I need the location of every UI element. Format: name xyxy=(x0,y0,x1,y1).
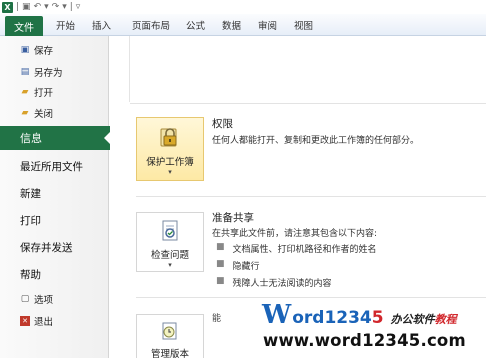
save-as-icon: ▤ xyxy=(20,67,30,77)
inspect-document-icon xyxy=(162,220,178,241)
chevron-down-icon: ▾ xyxy=(168,168,172,176)
save-icon: ▣ xyxy=(20,45,30,55)
watermark-digits: 1234 xyxy=(324,308,372,328)
close-folder-icon: ▰ xyxy=(21,108,29,118)
divider xyxy=(130,103,486,104)
watermark-slogan: 办公软件教程 xyxy=(391,311,457,327)
bullet-icon: ■ xyxy=(216,276,225,286)
nav-new[interactable]: 新建 xyxy=(20,186,41,201)
customize-toolbar-icon[interactable]: ▿ xyxy=(76,2,81,13)
prepare-sharing-title: 准备共享 xyxy=(212,212,254,224)
protect-workbook-label: 保护工作簿 xyxy=(146,157,194,168)
redo-icon[interactable]: ↷ xyxy=(52,2,60,13)
divider xyxy=(129,36,130,102)
undo-dropdown-icon[interactable]: ▾ xyxy=(44,2,49,13)
tab-file[interactable]: 文件 xyxy=(5,16,43,36)
watermark-slogan-b: 教程 xyxy=(434,313,457,326)
watermark-slogan-a: 办公软件 xyxy=(390,313,435,326)
tab-review[interactable]: 审阅 xyxy=(258,18,277,32)
protect-workbook-button[interactable]: 保护工作簿 ▾ xyxy=(136,117,204,181)
nav-options[interactable]: ▢ 选项 xyxy=(20,292,53,306)
prepare-sharing-desc: 在共享此文件前，请注意其包含以下内容: xyxy=(212,229,378,239)
nav-print[interactable]: 打印 xyxy=(20,213,41,228)
divider xyxy=(136,297,486,298)
nav-save[interactable]: ▣ 保存 xyxy=(20,43,53,57)
nav-open-label: 打开 xyxy=(34,88,54,99)
watermark-w: W xyxy=(262,300,292,330)
nav-exit-label: 退出 xyxy=(34,317,54,328)
bullet-icon: ■ xyxy=(216,242,225,252)
nav-save-send[interactable]: 保存并发送 xyxy=(20,240,73,255)
tab-data[interactable]: 数据 xyxy=(222,18,241,32)
watermark-logo: W ord12345 办公软件教程 xyxy=(262,300,457,330)
nav-close[interactable]: ▰ 关闭 xyxy=(20,106,53,120)
list-item: ■ 隐藏行 xyxy=(216,259,260,272)
tab-page-layout[interactable]: 页面布局 xyxy=(132,18,170,32)
tab-view[interactable]: 视图 xyxy=(294,18,313,32)
lock-icon xyxy=(160,128,177,147)
nav-recent[interactable]: 最近所用文件 xyxy=(20,159,83,174)
tab-home[interactable]: 开始 xyxy=(56,18,75,32)
chevron-down-icon: ▾ xyxy=(168,261,172,269)
nav-save-as[interactable]: ▤ 另存为 xyxy=(20,65,63,79)
manage-versions-icon xyxy=(162,322,177,340)
list-item-text: 隐藏行 xyxy=(232,262,260,272)
nav-save-label: 保存 xyxy=(34,46,54,57)
manage-versions-label: 管理版本 xyxy=(150,349,189,358)
permissions-desc: 任何人都能打开、复制和更改此工作簿的任何部分。 xyxy=(212,136,420,146)
manage-versions-button[interactable]: 管理版本 xyxy=(136,314,204,358)
nav-options-label: 选项 xyxy=(34,295,54,306)
list-item: ■ 残障人士无法阅读的内容 xyxy=(216,276,332,289)
watermark-digit-red: 5 xyxy=(371,308,384,328)
list-item: ■ 文档属性、打印机路径和作者的姓名 xyxy=(216,242,377,255)
undo-icon[interactable]: ↶ xyxy=(34,2,42,13)
list-item-text: 残障人士无法阅读的内容 xyxy=(232,279,332,289)
watermark-number: ord12345 xyxy=(292,308,383,328)
backstage-nav: ▣ 保存 ▤ 另存为 ▰ 打开 ▰ 关闭 信息 最近所用文件 新建 打印 保存并… xyxy=(0,36,113,358)
nav-open[interactable]: ▰ 打开 xyxy=(20,85,53,99)
separator: | xyxy=(16,1,20,12)
check-for-issues-button[interactable]: 检查问题 ▾ xyxy=(136,212,204,272)
tab-formulas[interactable]: 公式 xyxy=(186,18,205,32)
versions-title: 能 xyxy=(212,314,222,324)
permissions-title: 权限 xyxy=(212,118,233,130)
nav-exit[interactable]: ✕ 退出 xyxy=(20,314,53,328)
nav-help[interactable]: 帮助 xyxy=(20,267,41,282)
divider xyxy=(136,196,486,197)
exit-icon: ✕ xyxy=(20,316,30,326)
list-item-text: 文档属性、打印机路径和作者的姓名 xyxy=(232,245,377,255)
options-icon: ▢ xyxy=(20,294,30,304)
nav-info[interactable]: 信息 xyxy=(0,126,113,150)
watermark-ord: ord xyxy=(292,308,325,328)
watermark-url: www.word12345.com xyxy=(263,331,466,350)
check-for-issues-label: 检查问题 xyxy=(150,250,189,261)
separator: | xyxy=(69,1,73,12)
tab-insert[interactable]: 插入 xyxy=(92,18,111,32)
ribbon-tabs: 文件 开始 插入 页面布局 公式 数据 审阅 视图 xyxy=(0,14,486,36)
bullet-icon: ■ xyxy=(216,259,225,269)
nav-save-as-label: 另存为 xyxy=(34,68,63,79)
quick-access-toolbar: X | ▣ ↶ ▾ ↷ ▾ | ▿ xyxy=(0,0,486,14)
excel-logo-icon[interactable]: X xyxy=(2,1,13,13)
nav-close-label: 关闭 xyxy=(34,109,54,120)
save-icon[interactable]: ▣ xyxy=(22,2,31,13)
open-folder-icon: ▰ xyxy=(21,87,29,97)
excel-backstage-window: X | ▣ ↶ ▾ ↷ ▾ | ▿ 文件 开始 插入 页面布局 公式 数据 审阅… xyxy=(0,0,486,358)
redo-dropdown-icon[interactable]: ▾ xyxy=(62,2,67,13)
